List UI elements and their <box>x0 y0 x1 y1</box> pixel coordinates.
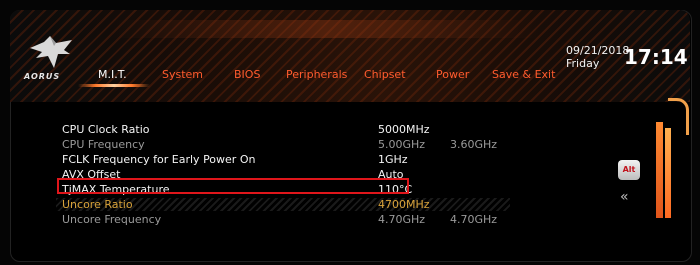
tab-mit[interactable]: M.I.T. <box>98 68 127 81</box>
active-tab-indicator <box>78 84 150 87</box>
tab-power[interactable]: Power <box>436 68 469 81</box>
aorus-logo-icon <box>30 36 72 68</box>
tab-bios[interactable]: BIOS <box>234 68 260 81</box>
setting-value: 5.00GHz <box>378 138 426 151</box>
setting-label: CPU Frequency <box>62 138 145 151</box>
setting-extra: 3.60GHz <box>450 138 498 151</box>
setting-value[interactable]: 4700MHz <box>378 197 430 212</box>
day-text: Friday <box>566 57 600 70</box>
brand-name: AORUS <box>24 72 61 81</box>
tab-peripherals[interactable]: Peripherals <box>286 68 347 81</box>
rail-bar <box>665 128 671 218</box>
setting-extra: 4.70GHz <box>450 213 498 226</box>
alt-button[interactable]: Alt <box>618 160 640 180</box>
settings-list: CPU Clock Ratio 5000MHz CPU Frequency 5.… <box>56 122 532 227</box>
setting-label: CPU Clock Ratio <box>62 123 150 136</box>
setting-value[interactable]: 1GHz <box>378 152 408 167</box>
clock: 17:14 <box>624 45 688 69</box>
tab-save-exit[interactable]: Save & Exit <box>492 68 555 81</box>
setting-value[interactable]: 5000MHz <box>378 122 430 137</box>
rail-curve <box>668 98 689 135</box>
setting-row[interactable]: FCLK Frequency for Early Power On 1GHz <box>62 152 532 167</box>
scroll-rail <box>656 98 689 228</box>
tab-chipset[interactable]: Chipset <box>364 68 406 81</box>
setting-label: Uncore Ratio <box>62 198 133 211</box>
setting-row[interactable]: CPU Clock Ratio 5000MHz <box>62 122 532 137</box>
setting-label: Uncore Frequency <box>62 213 162 226</box>
setting-row: CPU Frequency 5.00GHz 3.60GHz <box>62 137 532 152</box>
tab-system[interactable]: System <box>162 68 203 81</box>
highlight-box <box>57 178 409 194</box>
setting-row: Uncore Frequency 4.70GHz 4.70GHz <box>62 212 532 227</box>
setting-row-selected[interactable]: Uncore Ratio 4700MHz <box>56 197 532 212</box>
setting-value: 4.70GHz <box>378 213 426 226</box>
header-decoration <box>110 20 540 38</box>
rail-bar <box>656 122 663 218</box>
date-display: 09/21/2018 Friday <box>566 44 629 70</box>
setting-label: FCLK Frequency for Early Power On <box>62 153 256 166</box>
back-chevron-icon[interactable]: « <box>620 189 629 205</box>
main-tabs: M.I.T. System BIOS Peripherals Chipset P… <box>90 68 560 84</box>
date-text: 09/21/2018 <box>566 44 630 57</box>
